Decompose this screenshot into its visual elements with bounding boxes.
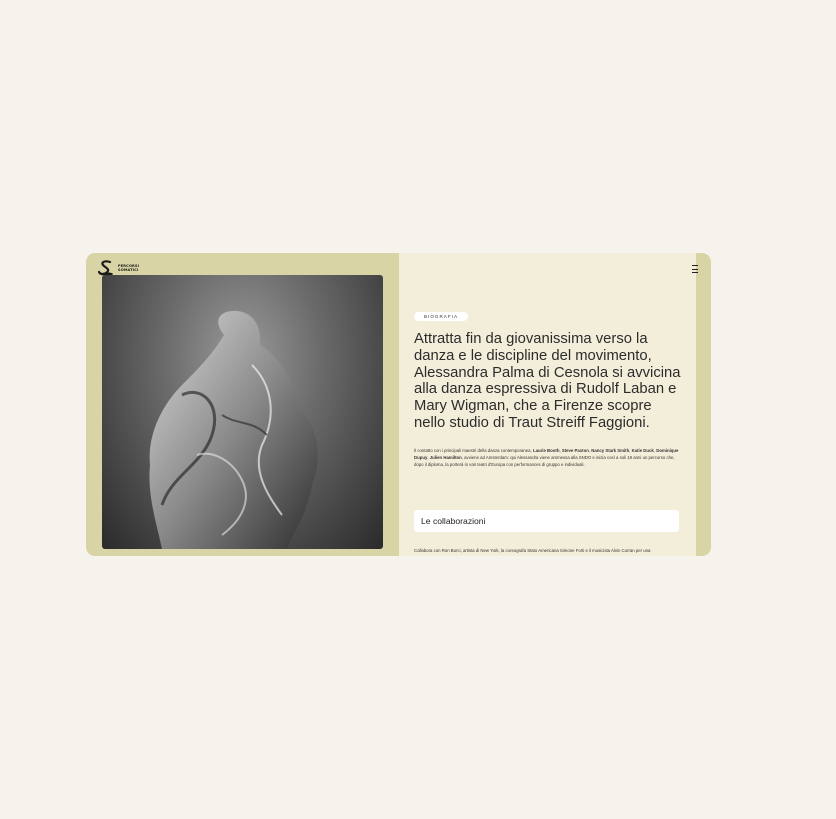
site-preview-frame: PERCORSI SOMATICI BIOGRAFIA Attratta fin… — [86, 253, 711, 556]
biography-headline: Attratta fin da giovanissima verso la da… — [414, 331, 681, 431]
biography-body: Il contatto con i principali maestri del… — [414, 448, 679, 467]
teacher-name: Steve Paxton — [561, 448, 589, 453]
brand-s-icon — [98, 260, 113, 276]
teacher-name: Laurie Booth — [532, 448, 560, 453]
hamburger-menu-icon[interactable] — [690, 265, 700, 273]
brand-logo[interactable]: PERCORSI SOMATICI — [98, 260, 139, 276]
teacher-name: Katie Duck — [631, 448, 654, 453]
collaborations-text: Collabora con Ron Burci, artista di New … — [414, 548, 651, 553]
body-intro: Il contatto con i principali maestri del… — [414, 448, 533, 453]
collaborations-accordion[interactable]: Le collaborazioni — [414, 510, 679, 532]
teacher-name: Julien Hamilton — [429, 455, 462, 460]
collaborations-heading: Le collaborazioni — [421, 516, 486, 526]
dancer-photo — [102, 275, 383, 549]
teacher-name: Nancy Stark Smith — [591, 448, 630, 453]
section-tag: BIOGRAFIA — [414, 312, 469, 321]
brand-name-line2: SOMATICI — [118, 268, 139, 272]
